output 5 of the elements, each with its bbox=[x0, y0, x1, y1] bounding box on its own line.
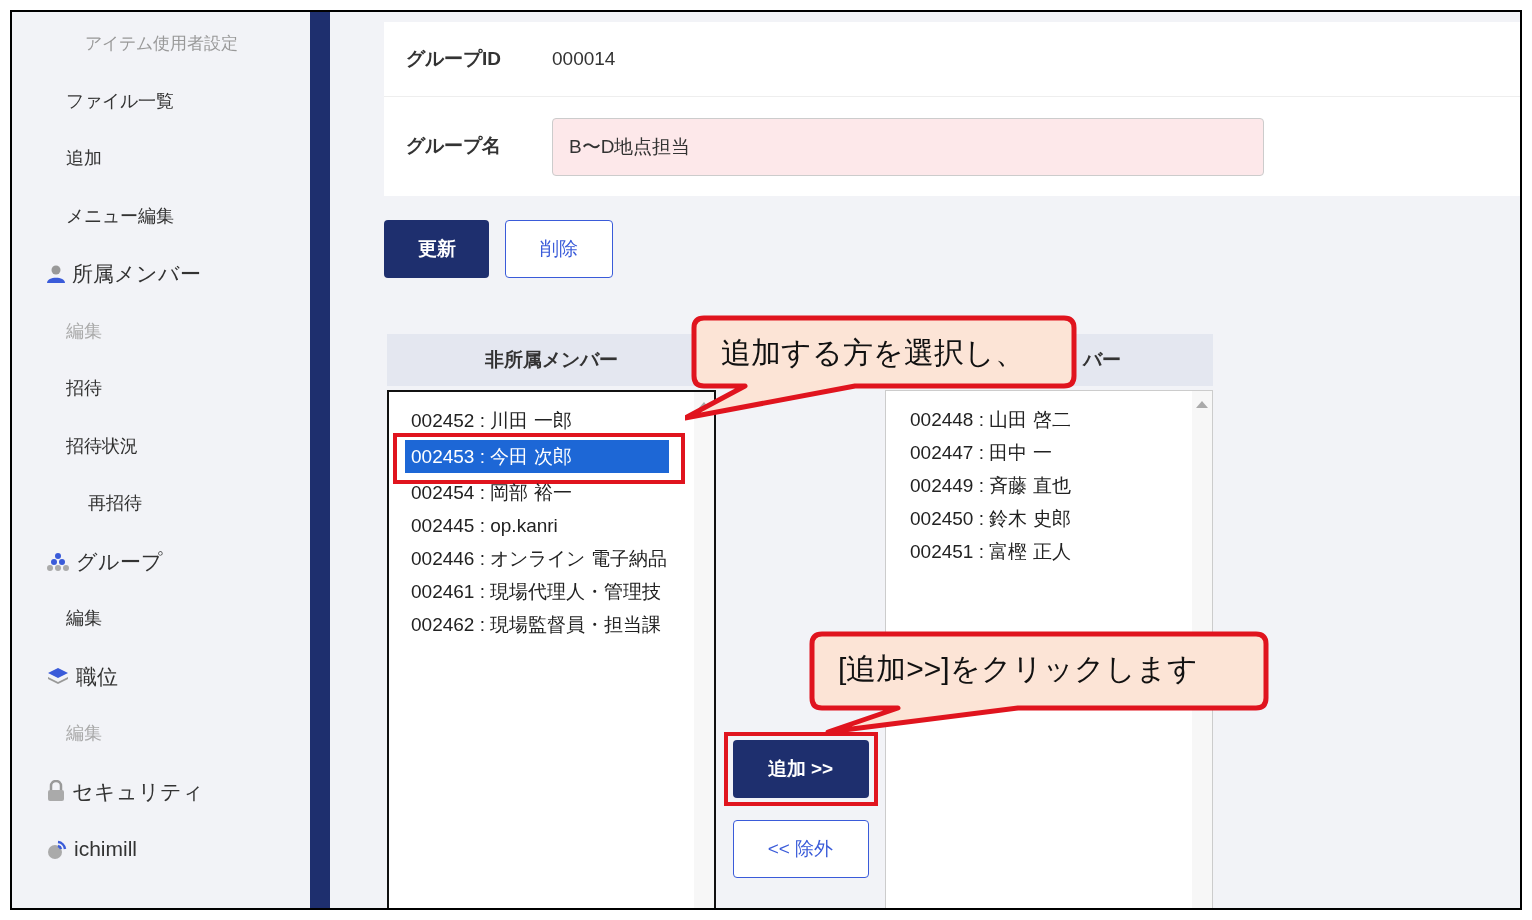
callout-text: [追加>>]をクリックします bbox=[838, 651, 1198, 687]
field-value: 000014 bbox=[552, 46, 616, 71]
field-label: グループ名 bbox=[406, 134, 502, 159]
sidebar-title: アイテム使用者設定 bbox=[83, 33, 239, 55]
field-label: グループID bbox=[406, 46, 502, 71]
